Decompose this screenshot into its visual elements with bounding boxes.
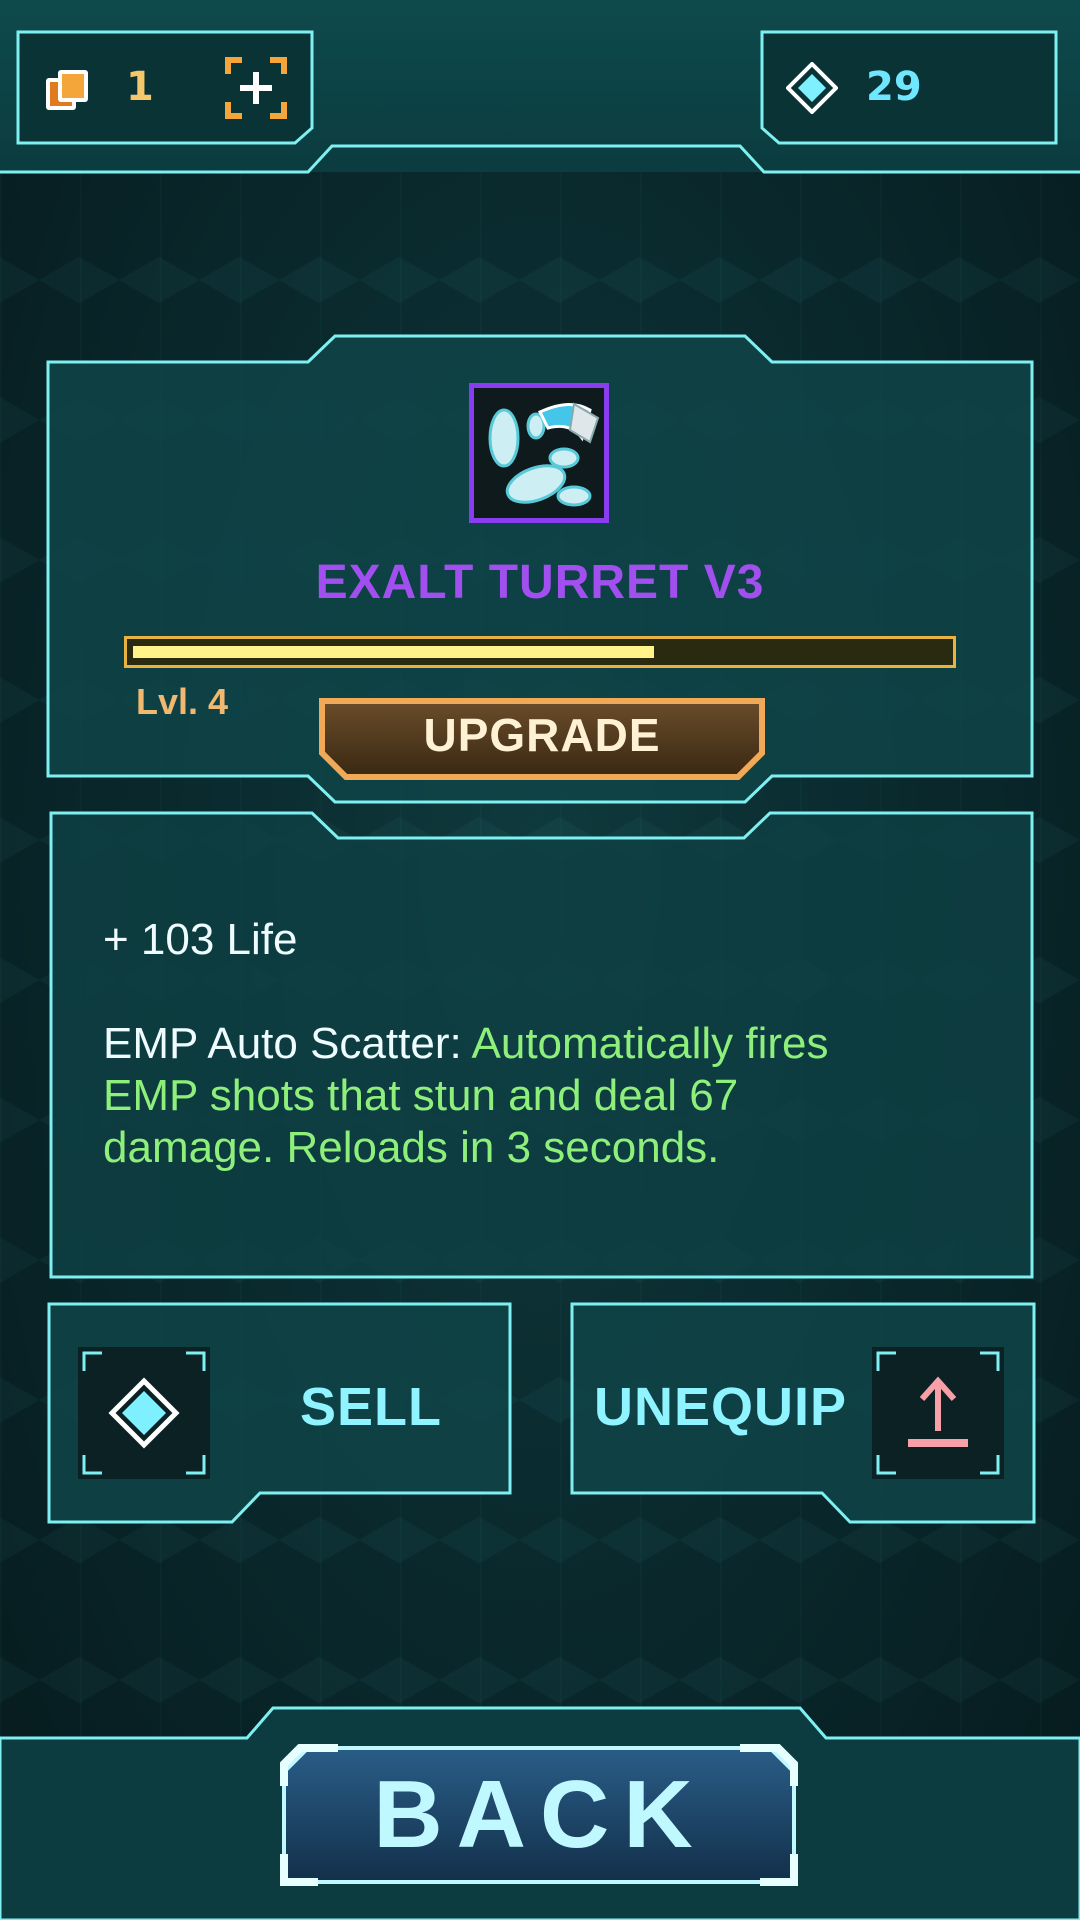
- unequip-label: UNEQUIP: [594, 1377, 848, 1437]
- cards-count: 1: [126, 64, 154, 110]
- turret-item-icon: [469, 383, 609, 523]
- unequip-icon-box: [872, 1347, 1004, 1479]
- xp-progress-bar: [124, 636, 956, 668]
- sell-label: SELL: [300, 1377, 443, 1437]
- ability-name: EMP Auto Scatter:: [103, 1019, 462, 1068]
- item-name: EXALT TURRET V3: [315, 556, 765, 609]
- gems-count: 29: [866, 64, 922, 110]
- cards-icon: [44, 66, 92, 114]
- back-label: BACK: [373, 1761, 707, 1868]
- ability-text-2: EMP shots that stun and deal 67: [103, 1071, 739, 1120]
- add-cards-button[interactable]: [224, 56, 288, 120]
- item-level: Lvl. 4: [136, 681, 229, 722]
- sell-icon-box: [78, 1347, 210, 1479]
- gem-icon: [108, 1377, 180, 1449]
- ability-text-3: damage. Reloads in 3 seconds.: [103, 1123, 720, 1172]
- add-frame-icon: [225, 57, 287, 119]
- gem-icon: [785, 61, 839, 115]
- upload-icon: [908, 1376, 968, 1447]
- ability-text-1: Automatically fires: [471, 1019, 829, 1068]
- stat-line: + 103 Life: [103, 915, 298, 964]
- xp-progress-fill: [133, 646, 654, 658]
- ability-description: EMP Auto Scatter: Automatically fires EM…: [103, 1018, 829, 1174]
- upgrade-label: UPGRADE: [423, 709, 661, 761]
